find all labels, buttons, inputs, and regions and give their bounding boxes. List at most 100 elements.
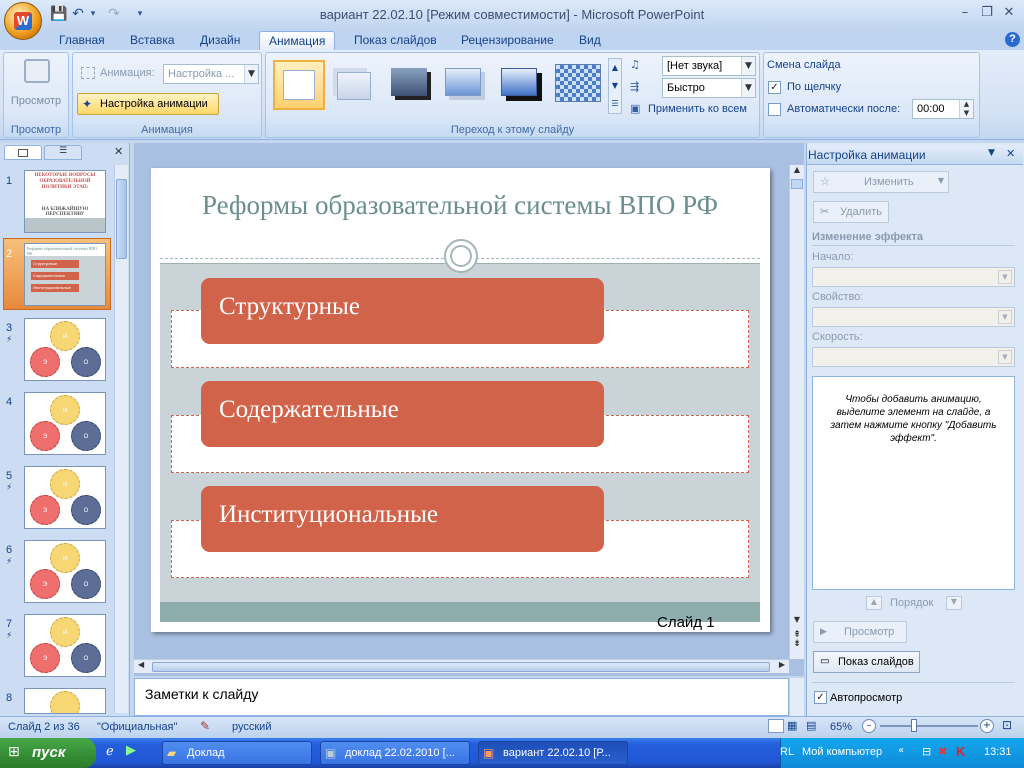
zoom-level[interactable]: 65%: [830, 721, 852, 733]
animation-icon: [81, 67, 95, 79]
taskpane-menu-icon[interactable]: ▼: [988, 148, 995, 158]
ie-icon[interactable]: ℯ: [106, 744, 114, 759]
animation-select[interactable]: Настройка ...▼: [163, 64, 259, 84]
thumb-circle-i: И: [50, 543, 80, 573]
play-icon: ▶: [820, 627, 827, 637]
auto-after-checkbox[interactable]: [768, 103, 781, 116]
security-icon[interactable]: ✖: [938, 745, 947, 758]
slideshow-button[interactable]: ▭Показ слайдов: [813, 651, 920, 673]
tab-view[interactable]: Вид: [570, 31, 610, 50]
tab-design[interactable]: Дизайн: [191, 31, 249, 50]
help-icon[interactable]: ?: [1005, 32, 1020, 47]
slides-scrollbar[interactable]: [114, 165, 128, 713]
preview-button[interactable]: Просмотр: [4, 95, 68, 107]
thumb1-title: НЕКОТОРЫЕ ВОПРОСЫ ОБРАЗОВАТЕЛЬНОЙ ПОЛИТИ…: [25, 171, 105, 207]
restore-icon[interactable]: ❐: [976, 4, 998, 22]
office-button[interactable]: W: [4, 2, 42, 40]
transition-none-thumb[interactable]: [273, 60, 325, 110]
on-click-checkbox[interactable]: ✓: [768, 81, 781, 94]
editor-hscrollbar[interactable]: ◀ ▶: [134, 659, 789, 673]
task-powerpoint[interactable]: ▣вариант 22.02.10 [Р...: [478, 741, 628, 765]
slide-thumbnail-7[interactable]: И Э О: [24, 614, 106, 677]
transition-fade-black-thumb[interactable]: [387, 62, 435, 106]
zoom-slider[interactable]: [880, 725, 978, 727]
chevron-down-icon: ▼: [998, 350, 1012, 364]
slide-thumbnail-4[interactable]: И Э О: [24, 392, 106, 455]
transition-sound-select[interactable]: [Нет звука]▼: [662, 56, 756, 76]
apply-all-button[interactable]: Применить ко всем: [648, 103, 747, 115]
normal-view-icon[interactable]: [768, 719, 784, 733]
slideshow-view-icon[interactable]: ▤: [806, 719, 816, 732]
close-icon[interactable]: ✕: [998, 4, 1020, 22]
thumb-circle-o: О: [71, 421, 101, 451]
tab-insert[interactable]: Вставка: [121, 31, 184, 50]
antivirus-icon[interactable]: K: [956, 744, 965, 759]
list-item-structural[interactable]: Структурные: [201, 278, 604, 344]
clock[interactable]: 13:31: [984, 746, 1012, 758]
taskpane-close-icon[interactable]: ✕: [1006, 147, 1015, 160]
slide-thumbnail-5[interactable]: И Э О: [24, 466, 106, 529]
tab-outline[interactable]: ☰: [44, 145, 82, 160]
transition-speed-select[interactable]: Быстро▼: [662, 78, 756, 98]
animation-list[interactable]: Чтобы добавить анимацию, выделите элемен…: [812, 376, 1015, 590]
status-theme[interactable]: "Официальная": [97, 721, 177, 733]
task-word-doc[interactable]: ▣доклад 22.02.2010 [...: [320, 741, 470, 765]
start-button[interactable]: ⊞пуск: [0, 738, 96, 768]
language-indicator[interactable]: RL: [780, 746, 794, 758]
sound-icon: ♫: [630, 58, 642, 72]
transition-fade-thumb[interactable]: [331, 62, 375, 106]
minimize-icon[interactable]: –: [954, 4, 976, 22]
media-player-icon[interactable]: ▶: [126, 743, 136, 758]
spellcheck-icon[interactable]: ✎: [200, 719, 210, 733]
thumb-circle-i: И: [50, 321, 80, 351]
auto-after-time[interactable]: 00:00▲▼: [912, 99, 974, 119]
thumb2-item: Институциональные: [31, 284, 79, 292]
speed-icon: ⇶: [630, 80, 642, 94]
notes-pane[interactable]: Заметки к слайду: [134, 678, 789, 716]
zoom-slider-thumb[interactable]: [911, 719, 917, 732]
change-effect-button[interactable]: ☆Изменить▼: [813, 171, 949, 193]
start-select[interactable]: ▼: [812, 267, 1015, 287]
notes-scrollbar[interactable]: [789, 678, 804, 716]
fit-window-icon[interactable]: ⊡: [1002, 718, 1012, 732]
sorter-view-icon[interactable]: ▦: [787, 719, 797, 732]
my-computer-label[interactable]: Мой компьютер: [802, 746, 882, 758]
slide-thumbnail-6[interactable]: И Э О: [24, 540, 106, 603]
order-up-icon[interactable]: ▲: [866, 596, 882, 610]
slide-thumbnail-3[interactable]: И Э О: [24, 318, 106, 381]
star-icon: ☆: [820, 175, 830, 188]
tray-expand-icon[interactable]: «: [898, 745, 904, 756]
speed-select[interactable]: ▼: [812, 347, 1015, 367]
status-language[interactable]: русский: [232, 721, 271, 733]
transition-cut-thumb[interactable]: [441, 62, 489, 106]
slide-thumbnail-8[interactable]: [24, 688, 106, 714]
zoom-in-icon[interactable]: +: [980, 719, 994, 733]
network-icon[interactable]: ⊟: [922, 745, 931, 758]
order-down-icon[interactable]: ▼: [946, 596, 962, 610]
delete-effect-button[interactable]: ✂Удалить: [813, 201, 889, 223]
tab-animation[interactable]: Анимация: [259, 31, 335, 50]
preview-anim-button[interactable]: ▶Просмотр: [813, 621, 907, 643]
property-select[interactable]: ▼: [812, 307, 1015, 327]
group-label-animation: Анимация: [73, 124, 261, 136]
task-folder[interactable]: ▰Доклад: [162, 741, 312, 765]
slide-title[interactable]: Реформы образовательной системы ВПО РФ: [160, 190, 760, 221]
custom-animation-button[interactable]: ✦ Настройка анимации: [77, 93, 219, 115]
task-powerpoint-label: вариант 22.02.10 [Р...: [503, 747, 611, 759]
slide-thumbnail-1[interactable]: НЕКОТОРЫЕ ВОПРОСЫ ОБРАЗОВАТЕЛЬНОЙ ПОЛИТИ…: [24, 170, 106, 233]
gallery-scroll[interactable]: ▲▼☰: [608, 58, 622, 114]
autopreview-checkbox[interactable]: ✓: [814, 691, 827, 704]
list-item-content[interactable]: Содержательные: [201, 381, 604, 447]
slide-thumbnail-2[interactable]: Реформы образовательной системы ВПО РФ С…: [24, 243, 106, 306]
editor-vscrollbar[interactable]: ▲ ▼ ⇞⇟: [789, 165, 804, 659]
tab-home[interactable]: Главная: [50, 31, 114, 50]
transition-dissolve-thumb[interactable]: [555, 64, 601, 102]
list-item-institutional[interactable]: Институциональные: [201, 486, 604, 552]
tab-slides[interactable]: [4, 145, 42, 160]
advance-title: Смена слайда: [767, 59, 841, 71]
tab-slideshow[interactable]: Показ слайдов: [345, 31, 446, 50]
tab-review[interactable]: Рецензирование: [452, 31, 563, 50]
zoom-out-icon[interactable]: –: [862, 719, 876, 733]
transition-cut-black-thumb[interactable]: [497, 62, 547, 106]
close-panel-icon[interactable]: ✕: [114, 145, 126, 159]
